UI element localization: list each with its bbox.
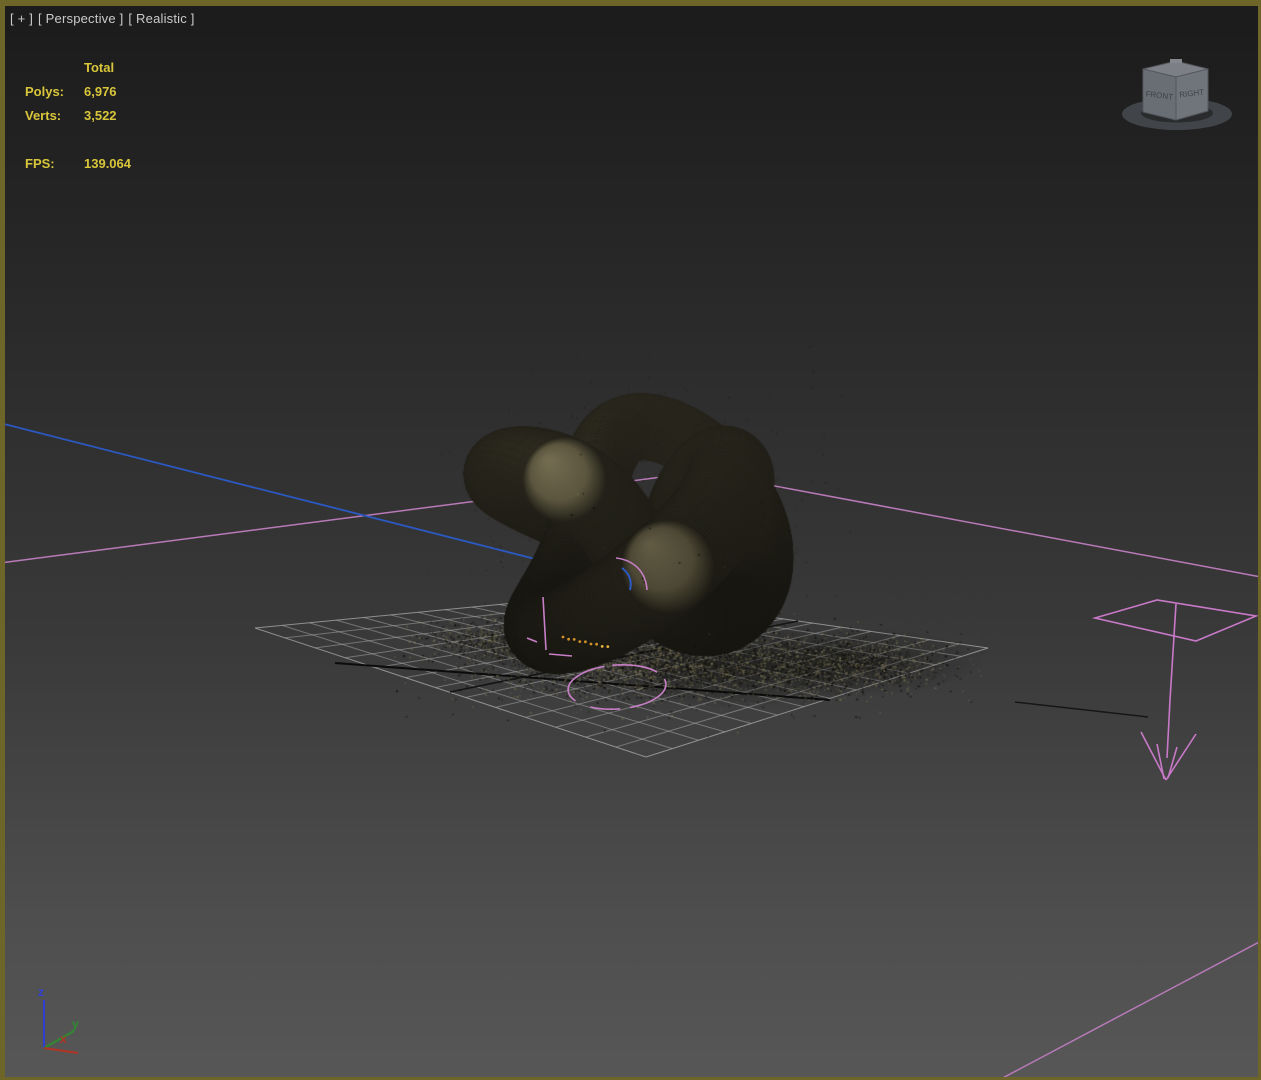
stats-fps-row: FPS: 139.064 (25, 152, 131, 176)
blue-spline-arc (622, 568, 631, 590)
viewcube[interactable]: FRONT RIGHT (1122, 59, 1232, 130)
perspective-viewport[interactable]: FRONT RIGHT z y x [ + ][ Perspective ][ … (0, 0, 1261, 1080)
verts-value: 3,522 (84, 104, 117, 128)
x-axis-label: x (60, 1032, 67, 1046)
particle-dot (601, 645, 604, 648)
particle-dot (595, 643, 598, 646)
particle-emitter-gizmo[interactable] (567, 662, 668, 713)
particle-dot (584, 640, 587, 643)
stats-header-row: Total (25, 56, 131, 80)
world-axis-tripod: z y x (38, 985, 79, 1053)
particle-dot (567, 638, 570, 641)
stats-header: Total (84, 56, 114, 80)
emitter-icon[interactable] (527, 558, 647, 656)
gravity-space-warp-gizmo[interactable] (1095, 600, 1256, 780)
stats-polys-row: Polys: 6,976 (25, 80, 131, 104)
statistics-overlay: Total Polys: 6,976 Verts: 3,522 FPS: 139… (25, 56, 131, 176)
fps-label: FPS: (25, 152, 84, 176)
verts-label: Verts: (25, 104, 84, 128)
gizmo-layer: FRONT RIGHT z y x (0, 0, 1261, 1080)
viewport-shading-menu[interactable]: [ Realistic ] (128, 11, 194, 26)
z-axis-label: z (38, 985, 44, 999)
particle-dot (578, 640, 581, 643)
particle-dot (573, 638, 576, 641)
viewcube-top-tab (1170, 59, 1182, 63)
particle-stream-dots (562, 636, 610, 648)
particle-dot (590, 643, 593, 646)
particle-dot (562, 636, 565, 639)
particle-dot (606, 645, 609, 648)
viewport-general-menu[interactable]: [ + ] (10, 11, 33, 26)
polys-label: Polys: (25, 80, 84, 104)
y-axis-line (44, 1031, 74, 1048)
x-axis-line (44, 1048, 78, 1053)
fps-value: 139.064 (84, 152, 131, 176)
stats-verts-row: Verts: 3,522 (25, 104, 131, 128)
y-axis-label: y (72, 1017, 79, 1031)
polys-value: 6,976 (84, 80, 117, 104)
viewport-pov-menu[interactable]: [ Perspective ] (38, 11, 123, 26)
viewport-label: [ + ] [ Perspective ] [ Realistic ] (10, 11, 200, 26)
